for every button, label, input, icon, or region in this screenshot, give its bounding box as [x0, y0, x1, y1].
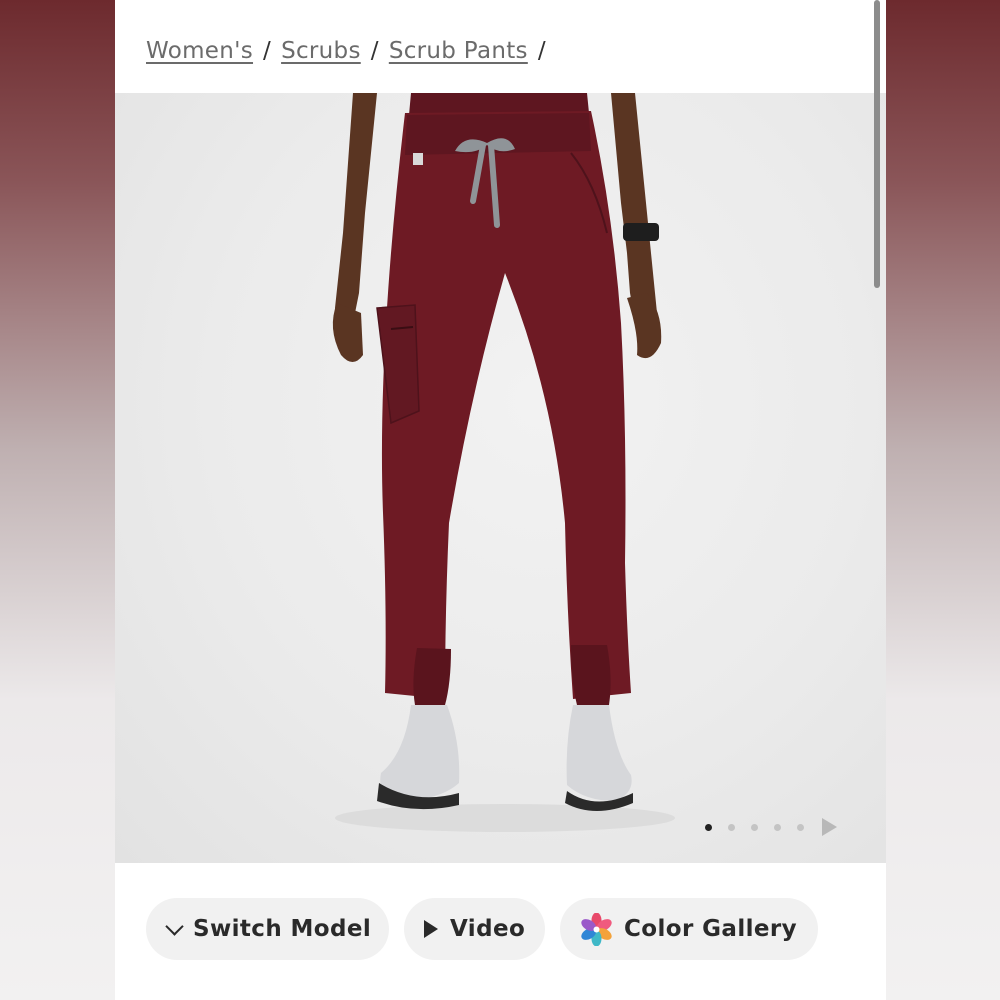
play-icon — [424, 920, 438, 938]
video-button[interactable]: Video — [404, 898, 545, 960]
video-label: Video — [450, 916, 526, 942]
carousel-dot-3[interactable] — [751, 823, 758, 831]
carousel-dot-5[interactable] — [797, 823, 804, 831]
carousel-indicators — [705, 812, 837, 842]
breadcrumb: Women's / Scrubs / Scrub Pants / — [146, 34, 556, 68]
product-page: Women's / Scrubs / Scrub Pants / Switch … — [115, 0, 886, 1000]
switch-model-label: Switch Model — [193, 916, 372, 942]
color-gallery-label: Color Gallery — [624, 916, 798, 942]
carousel-dot-1[interactable] — [705, 823, 712, 831]
breadcrumb-link-scrubs[interactable]: Scrubs — [281, 38, 361, 64]
breadcrumb-separator: / — [537, 38, 546, 64]
breadcrumb-separator: / — [263, 38, 272, 64]
color-palette-icon — [581, 912, 612, 946]
chevron-down-icon — [165, 916, 184, 936]
carousel-dot-4[interactable] — [774, 823, 781, 831]
breadcrumb-link-womens[interactable]: Women's — [146, 38, 253, 64]
media-actions: Switch Model Video Color Gallery — [115, 898, 886, 960]
carousel-dot-2[interactable] — [728, 823, 735, 831]
carousel-next-arrow-icon[interactable] — [822, 818, 837, 836]
breadcrumb-separator: / — [370, 38, 379, 64]
switch-model-button[interactable]: Switch Model — [146, 898, 389, 960]
product-image-carousel[interactable] — [115, 93, 886, 863]
breadcrumb-link-scrub-pants[interactable]: Scrub Pants — [389, 38, 528, 64]
page-scrollbar[interactable] — [874, 0, 880, 288]
backdrop-left — [0, 0, 115, 1000]
color-gallery-button[interactable]: Color Gallery — [560, 898, 818, 960]
product-photo — [332, 93, 675, 832]
backdrop-right — [886, 0, 1000, 1000]
